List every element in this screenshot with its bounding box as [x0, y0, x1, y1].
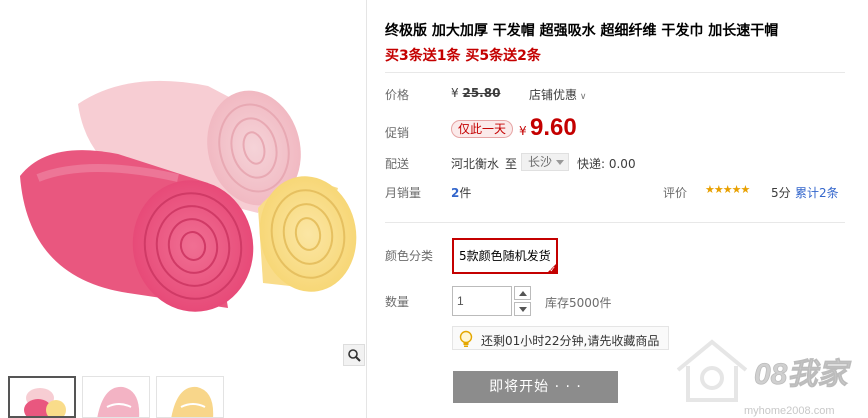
- stock-info: 库存5000件: [545, 296, 612, 310]
- reviews-link[interactable]: 累计2条: [795, 184, 839, 201]
- promotion-label: 促销: [385, 126, 410, 140]
- promo-text: 买3条送1条 买5条送2条: [385, 48, 541, 64]
- chevron-up-icon: [518, 290, 527, 296]
- caret-down-icon: [556, 160, 564, 165]
- chevron-down-icon: [518, 306, 527, 312]
- shop-discount-label: 店铺优惠: [529, 88, 578, 102]
- city-select-value: 长沙: [528, 155, 553, 169]
- column-divider: [366, 0, 367, 418]
- shipping-fee: 快递: 0.00: [577, 157, 636, 171]
- promo-badge: 仅此一天: [451, 120, 513, 138]
- shop-discount-dropdown[interactable]: 店铺优惠 ∨: [529, 86, 586, 103]
- product-main-image[interactable]: [8, 8, 366, 366]
- currency-symbol: ¥: [519, 124, 527, 138]
- towel-rolls-image: [20, 80, 357, 312]
- quantity-increase-button[interactable]: [514, 286, 531, 300]
- divider: [385, 72, 845, 73]
- quantity-decrease-button[interactable]: [514, 302, 531, 316]
- svg-text:myhome2008.com: myhome2008.com: [744, 405, 835, 417]
- currency-symbol: ¥: [451, 86, 459, 100]
- zoom-icon[interactable]: [343, 344, 365, 366]
- color-option-label: 5款颜色随机发货: [459, 249, 551, 263]
- divider: [385, 222, 845, 223]
- check-icon: ✓: [549, 265, 556, 274]
- rating-score: 5分: [771, 186, 791, 200]
- quantity-label: 数量: [385, 295, 410, 309]
- site-watermark: 08我家 myhome2008.com: [672, 318, 868, 418]
- countdown-reminder: 还剩01小时22分钟,请先收藏商品: [452, 326, 669, 350]
- thumbnail-2[interactable]: [82, 376, 150, 418]
- thumbnail-strip: [8, 376, 224, 418]
- house-logo-icon: 08我家 myhome2008.com: [676, 339, 852, 417]
- star-rating-icon: ★★★★★: [705, 183, 750, 196]
- svg-text:08我家: 08我家: [754, 357, 851, 391]
- coming-soon-button[interactable]: 即将开始 · · ·: [453, 371, 618, 403]
- product-title: 终极版 加大加厚 干发帽 超强吸水 超细纤维 干发巾 加长速干帽: [385, 23, 779, 39]
- original-price-value: 25.80: [462, 86, 501, 100]
- sale-price: 9.60: [530, 114, 577, 141]
- rating-label: 评价: [663, 186, 688, 200]
- price-label: 价格: [385, 88, 410, 102]
- ship-from: 河北衡水: [451, 157, 500, 171]
- monthly-sales: 2件: [451, 184, 471, 201]
- quantity-input[interactable]: [452, 286, 512, 316]
- lightbulb-icon: [459, 330, 473, 351]
- color-label: 颜色分类: [385, 249, 434, 263]
- ship-to-label: 至: [505, 157, 518, 171]
- shipping-label: 配送: [385, 157, 410, 171]
- city-select[interactable]: 长沙: [521, 153, 569, 171]
- monthly-sales-unit: 件: [459, 186, 472, 200]
- thumbnail-3[interactable]: [156, 376, 224, 418]
- monthly-sales-label: 月销量: [385, 186, 422, 200]
- chevron-down-icon: ∨: [577, 92, 587, 102]
- reminder-text: 还剩01小时22分钟,请先收藏商品: [481, 334, 660, 348]
- original-price: ¥ 25.80: [451, 86, 500, 100]
- color-option-selected[interactable]: 5款颜色随机发货 ✓: [452, 238, 558, 274]
- thumbnail-1[interactable]: [8, 376, 76, 418]
- product-gallery: [8, 8, 366, 418]
